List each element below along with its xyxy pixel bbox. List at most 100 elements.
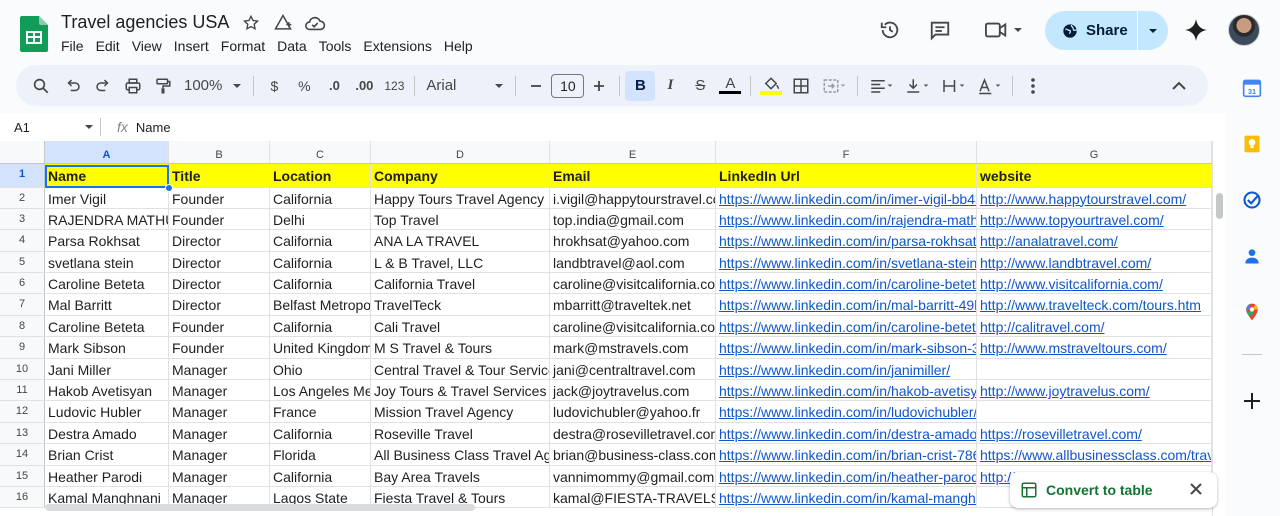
increase-decimal-button[interactable]: .00 xyxy=(349,71,379,101)
strikethrough-button[interactable]: S xyxy=(685,71,715,101)
column-header-g[interactable]: G xyxy=(977,141,1212,163)
cell-email[interactable]: jack@joytravelus.com xyxy=(550,380,716,401)
zoom-select[interactable]: 100% xyxy=(178,77,248,94)
row-number[interactable]: 1 xyxy=(0,164,45,187)
more-formats-button[interactable]: 123 xyxy=(379,71,409,101)
cell-website-text[interactable]: http://calitravel.com/ xyxy=(980,319,1105,335)
paint-format-icon[interactable] xyxy=(148,71,178,101)
cell-linkedin-text[interactable]: https://www.linkedin.com/in/janimiller/ xyxy=(719,362,950,378)
add-addon-icon[interactable] xyxy=(1241,390,1263,412)
vertical-scrollbar[interactable] xyxy=(1212,141,1225,516)
cell-location[interactable]: Florida xyxy=(270,444,371,465)
column-header-d[interactable]: D xyxy=(371,141,550,163)
cell-website[interactable]: http://www.topyourtravel.com/ xyxy=(977,208,1212,230)
cell-name[interactable]: svetlana stein xyxy=(45,251,169,273)
cell-website-text[interactable]: http://analatravel.com/ xyxy=(980,233,1118,249)
cell-website[interactable] xyxy=(977,401,1212,422)
cell-linkedin[interactable]: https://www.linkedin.com/in/parsa-rokhsa… xyxy=(716,230,977,251)
cell-company[interactable]: M S Travel & Tours xyxy=(371,337,550,358)
cell-title[interactable]: Director xyxy=(169,273,270,294)
cell-website[interactable]: http://www.visitcalifornia.com/ xyxy=(977,273,1212,294)
cell-website[interactable]: http://analatravel.com/ xyxy=(977,230,1212,251)
cell-name[interactable]: Caroline Beteta xyxy=(45,273,169,294)
cell-company[interactable]: Bay Area Travels xyxy=(371,465,550,486)
cell-title[interactable]: Founder xyxy=(169,208,270,230)
cell-company[interactable]: Top Travel xyxy=(371,208,550,230)
cell-linkedin-text[interactable]: https://www.linkedin.com/in/caroline-bet… xyxy=(719,319,976,335)
cell-name[interactable]: Ludovic Hubler xyxy=(45,401,169,422)
cell-website[interactable]: http://www.landbtravel.com/ xyxy=(977,251,1212,273)
cell-email[interactable]: i.vigil@happytourstravel.com xyxy=(550,187,716,208)
cell-name[interactable]: Mal Barritt xyxy=(45,294,169,315)
cell-location[interactable]: California xyxy=(270,187,371,208)
horizontal-scrollbar[interactable] xyxy=(45,504,475,511)
fill-handle[interactable] xyxy=(165,184,173,192)
vertical-scroll-thumb[interactable] xyxy=(1216,193,1223,219)
close-icon[interactable] xyxy=(1189,482,1203,501)
row-number[interactable]: 10 xyxy=(0,358,45,380)
cell-company[interactable]: California Travel xyxy=(371,273,550,294)
menu-data[interactable]: Data xyxy=(271,36,313,56)
cell-linkedin-text[interactable]: https://www.linkedin.com/in/kamal-manghn… xyxy=(719,490,976,506)
text-rotation-icon[interactable] xyxy=(971,71,1007,101)
cell-linkedin[interactable]: https://www.linkedin.com/in/hakob-avetis… xyxy=(716,380,977,401)
cell-location[interactable]: California xyxy=(270,422,371,444)
cell-linkedin[interactable]: https://www.linkedin.com/in/ludovichuble… xyxy=(716,401,977,422)
cell-linkedin-text[interactable]: https://www.linkedin.com/in/destra-amado… xyxy=(719,426,976,442)
tasks-icon[interactable] xyxy=(1241,189,1263,211)
row-number[interactable]: 3 xyxy=(0,208,45,230)
cell-website[interactable]: https://rosevilletravel.com/ xyxy=(977,422,1212,444)
cell-title[interactable]: Manager xyxy=(169,401,270,422)
cell-linkedin-text[interactable]: https://www.linkedin.com/in/parsa-rokhsa… xyxy=(719,233,976,249)
cell-name[interactable]: Imer Vigil xyxy=(45,187,169,208)
cell-title[interactable]: Manager xyxy=(169,444,270,465)
cell-email[interactable]: brian@business-class.com xyxy=(550,444,716,465)
header-cell-title[interactable]: Title xyxy=(169,164,270,187)
formula-input[interactable]: Name xyxy=(136,120,171,135)
menu-insert[interactable]: Insert xyxy=(168,36,215,56)
cell-linkedin-text[interactable]: https://www.linkedin.com/in/heather-paro… xyxy=(719,469,976,485)
menu-help[interactable]: Help xyxy=(438,36,479,56)
cell-location[interactable]: United Kingdom xyxy=(270,337,371,358)
share-button[interactable]: Share xyxy=(1045,11,1137,50)
cell-email[interactable]: caroline@visitcalifornia.com xyxy=(550,273,716,294)
cell-linkedin-text[interactable]: https://www.linkedin.com/in/caroline-bet… xyxy=(719,276,976,292)
star-icon[interactable] xyxy=(240,12,262,34)
column-header-e[interactable]: E xyxy=(550,141,716,163)
cell-email[interactable]: mark@mstravels.com xyxy=(550,337,716,358)
cell-title[interactable]: Director xyxy=(169,251,270,273)
cell-linkedin[interactable]: https://www.linkedin.com/in/rajendra-mat… xyxy=(716,208,977,230)
cell-website-text[interactable]: http://www.visitcalifornia.com/ xyxy=(980,276,1163,292)
cell-website-text[interactable]: http://www.topyourtravel.com/ xyxy=(980,212,1164,228)
vertical-align-icon[interactable] xyxy=(899,71,935,101)
cell-email[interactable]: ludovichubler@yahoo.fr xyxy=(550,401,716,422)
cell-location[interactable]: California xyxy=(270,251,371,273)
cell-location[interactable]: California xyxy=(270,315,371,337)
increase-font-size-icon[interactable] xyxy=(584,71,614,101)
italic-button[interactable]: I xyxy=(655,71,685,101)
font-size-input[interactable]: 10 xyxy=(551,73,585,98)
cell-website[interactable]: http://calitravel.com/ xyxy=(977,315,1212,337)
cell-title[interactable]: Manager xyxy=(169,465,270,486)
currency-format-button[interactable]: $ xyxy=(259,71,289,101)
cell-name[interactable]: Mark Sibson xyxy=(45,337,169,358)
cell-location[interactable]: Delhi xyxy=(270,208,371,230)
cell-linkedin[interactable]: https://www.linkedin.com/in/mark-sibson-… xyxy=(716,337,977,358)
fill-color-icon[interactable] xyxy=(756,71,786,101)
cell-name[interactable]: Heather Parodi xyxy=(45,465,169,486)
cell-company[interactable]: Joy Tours & Travel Services xyxy=(371,380,550,401)
cell-website[interactable]: http://www.mstraveltours.com/ xyxy=(977,337,1212,358)
cell-location[interactable]: California xyxy=(270,230,371,251)
share-dropdown-button[interactable] xyxy=(1138,11,1168,50)
cell-linkedin[interactable]: https://www.linkedin.com/in/caroline-bet… xyxy=(716,315,977,337)
cell-linkedin[interactable]: https://www.linkedin.com/in/brian-crist-… xyxy=(716,444,977,465)
cell-linkedin[interactable]: https://www.linkedin.com/in/janimiller/ xyxy=(716,358,977,380)
cell-linkedin[interactable]: https://www.linkedin.com/in/destra-amado… xyxy=(716,422,977,444)
row-number[interactable]: 8 xyxy=(0,315,45,337)
calendar-icon[interactable]: 31 xyxy=(1241,77,1263,99)
header-cell-location[interactable]: Location xyxy=(270,164,371,187)
cell-location[interactable]: Ohio xyxy=(270,358,371,380)
row-number[interactable]: 4 xyxy=(0,230,45,251)
cell-linkedin[interactable]: https://www.linkedin.com/in/kamal-manghn… xyxy=(716,486,977,508)
merge-cells-icon[interactable] xyxy=(816,71,852,101)
